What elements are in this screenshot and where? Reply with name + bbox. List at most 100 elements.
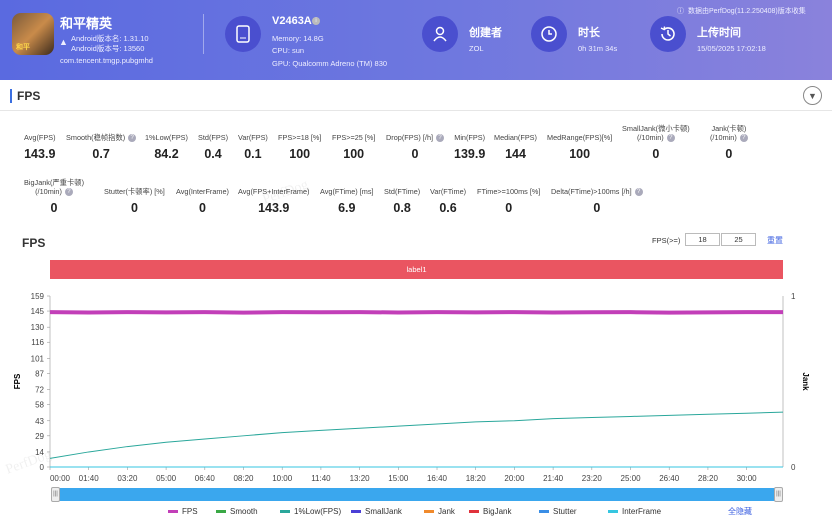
stat-label: FPS>=18 [%] xyxy=(278,133,321,142)
legend-swatch-icon xyxy=(168,510,178,513)
stat-label: Avg(InterFrame) xyxy=(176,187,229,196)
y-tick-label: 58 xyxy=(35,401,44,410)
stat-1: Smooth(稳帧指数)?0.7 xyxy=(66,124,136,161)
legend-swatch-icon xyxy=(608,510,618,513)
stat-label-text: Avg(InterFrame) xyxy=(176,187,229,196)
stat-label-text: Drop(FPS) [/h] xyxy=(386,133,433,142)
stat-3: Std(FPS)0.4 xyxy=(198,124,228,161)
upload-time: 15/05/2025 17:02:18 xyxy=(697,44,766,53)
stat-label-text: Avg(FTime) [ms] xyxy=(320,187,374,196)
legend-label: SmallJank xyxy=(365,507,402,516)
legend-label: FPS xyxy=(182,507,198,516)
slider-handle-left[interactable]: ||| xyxy=(51,487,60,502)
legend-item[interactable]: Stutter xyxy=(539,507,577,516)
package-name: com.tencent.tmgp.pubgmhd xyxy=(60,56,153,65)
device-gpu: GPU: Qualcomm Adreno (TM) 830 xyxy=(272,59,387,68)
legend-swatch-icon xyxy=(469,510,479,513)
help-icon[interactable]: ? xyxy=(65,188,73,196)
stat-label-text: Delta(FTime)>100ms [/h] xyxy=(551,187,632,196)
legend-item[interactable]: Jank xyxy=(424,507,455,516)
stat-label: Min(FPS) xyxy=(454,133,485,142)
stat-label: Smooth(稳帧指数)? xyxy=(66,133,136,142)
hide-all-button[interactable]: 全隐藏 xyxy=(728,506,752,517)
stat-label: Drop(FPS) [/h]? xyxy=(386,133,444,142)
stat-label-unit: (/10min) xyxy=(637,133,664,142)
fps-threshold-1-input[interactable]: 18 xyxy=(685,233,720,246)
x-tick-label: 11:40 xyxy=(311,474,331,483)
fps-threshold-2-input[interactable]: 25 xyxy=(721,233,756,246)
stat-8: Delta(FTime)>100ms [/h]?0 xyxy=(551,178,643,215)
fps-threshold-label: FPS(>=) xyxy=(652,236,680,245)
stat-value: 0 xyxy=(622,147,690,161)
series-line-1-low-fps- xyxy=(50,412,783,458)
legend-swatch-icon xyxy=(351,510,361,513)
stat-label-text: BigJank(严重卡顿) xyxy=(24,178,84,187)
y-tick-label: 130 xyxy=(31,323,45,332)
chart-legend: FPS Smooth 1%Low(FPS) SmallJank Jank BigJank S… xyxy=(0,507,832,519)
collapse-chevron-icon[interactable]: ▼ xyxy=(803,86,822,105)
slider-handle-right[interactable]: ||| xyxy=(774,487,783,502)
label-band[interactable]: label1 xyxy=(50,260,783,279)
help-icon[interactable]: ? xyxy=(667,134,675,142)
upload-label: 上传时间 xyxy=(697,24,741,40)
y-tick-label: 159 xyxy=(31,292,45,301)
stat-label: BigJank(严重卡顿)(/10min)? xyxy=(24,178,84,196)
legend-item[interactable]: InterFrame xyxy=(608,507,661,516)
stat-value: 100 xyxy=(278,147,321,161)
chart-title: FPS xyxy=(22,236,45,250)
legend-swatch-icon xyxy=(539,510,549,513)
stat-label: Var(FTime) xyxy=(430,187,466,196)
stat-12: Jank(卡顿)(/10min)?0 xyxy=(710,124,748,161)
stat-label: Std(FPS) xyxy=(198,133,228,142)
x-tick-label: 30:00 xyxy=(737,474,758,483)
y2-tick-label: 1 xyxy=(791,292,796,301)
y2-tick-label: 0 xyxy=(791,463,796,472)
stat-value: 6.9 xyxy=(320,201,374,215)
stat-label-text: Min(FPS) xyxy=(454,133,485,142)
stat-7: FTime>=100ms [%]0 xyxy=(477,178,540,215)
legend-label: Stutter xyxy=(553,507,577,516)
time-range-slider[interactable]: ||| ||| xyxy=(52,488,782,501)
stat-4: Var(FPS)0.1 xyxy=(238,124,268,161)
legend-item[interactable]: FPS xyxy=(168,507,198,516)
y-tick-label: 87 xyxy=(35,369,44,378)
stat-value: 143.9 xyxy=(24,147,56,161)
series-line-fps xyxy=(50,312,783,313)
info-icon[interactable]: i xyxy=(312,17,320,25)
legend-item[interactable]: Smooth xyxy=(216,507,258,516)
stat-label-text: FTime>=100ms [%] xyxy=(477,187,540,196)
reset-button[interactable]: 重置 xyxy=(767,235,783,246)
help-icon[interactable]: ? xyxy=(635,188,643,196)
legend-item[interactable]: 1%Low(FPS) xyxy=(280,507,341,516)
x-tick-label: 08:20 xyxy=(233,474,254,483)
stat-7: Drop(FPS) [/h]? 0 xyxy=(386,124,444,161)
y-tick-label: 101 xyxy=(31,354,45,363)
x-tick-label: 13:20 xyxy=(350,474,371,483)
y-tick-label: 72 xyxy=(35,386,44,395)
legend-item[interactable]: BigJank xyxy=(469,507,511,516)
stat-value: 0 xyxy=(24,201,84,215)
stat-label: MedRange(FPS)[%] xyxy=(547,133,612,142)
app-name: 和平精英 xyxy=(60,13,112,32)
help-icon[interactable]: ? xyxy=(128,134,136,142)
section-title: FPS xyxy=(10,89,40,103)
x-tick-label: 21:40 xyxy=(543,474,564,483)
stat-value: 100 xyxy=(332,147,375,161)
legend-label: Jank xyxy=(438,507,455,516)
x-tick-label: 10:00 xyxy=(272,474,293,483)
legend-label: InterFrame xyxy=(622,507,661,516)
help-icon[interactable]: ? xyxy=(436,134,444,142)
stat-label-text: Var(FPS) xyxy=(238,133,268,142)
help-icon[interactable]: ? xyxy=(740,134,748,142)
x-tick-label: 28:20 xyxy=(698,474,719,483)
stat-value: 0 xyxy=(386,147,444,161)
stat-0: Avg(FPS)143.9 xyxy=(24,124,56,161)
legend-swatch-icon xyxy=(280,510,290,513)
info-icon: ⓘ xyxy=(677,6,684,16)
legend-item[interactable]: SmallJank xyxy=(351,507,402,516)
x-tick-label: 15:00 xyxy=(388,474,409,483)
y2-axis-label: Jank xyxy=(801,372,810,391)
stat-label-text: Std(FTime) xyxy=(384,187,420,196)
stat-2: 1%Low(FPS)84.2 xyxy=(145,124,188,161)
stat-label-text: 1%Low(FPS) xyxy=(145,133,188,142)
